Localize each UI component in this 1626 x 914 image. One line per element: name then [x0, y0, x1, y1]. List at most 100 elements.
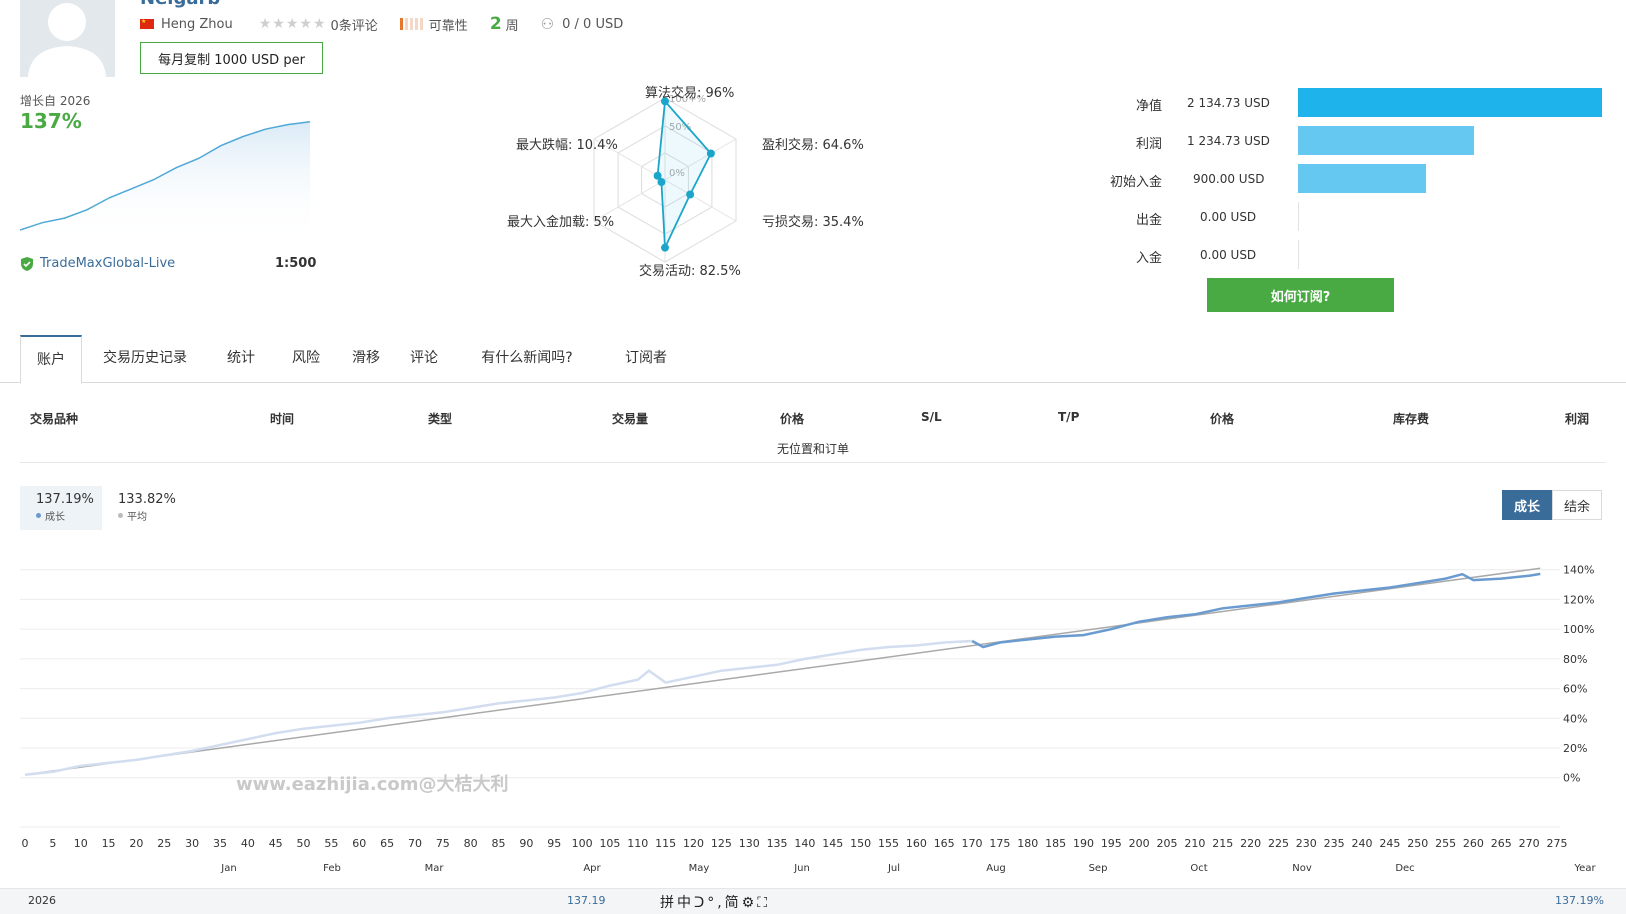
broker-link[interactable]: TradeMaxGlobal-Live	[40, 256, 175, 271]
x-tick-label: 230	[1296, 837, 1317, 850]
subscribers-icon: ⚇	[540, 15, 555, 33]
x-tick-label: 125	[711, 837, 732, 850]
legend-average-label: 平均	[118, 508, 147, 523]
table-header-8[interactable]: 库存费	[1393, 410, 1429, 427]
tab-5[interactable]: 评论	[398, 335, 450, 383]
x-tick-label: 25	[157, 837, 171, 850]
balance-label: 利润	[1135, 137, 1162, 152]
x-tick-label: 115	[655, 837, 676, 850]
ime-toolbar[interactable]: 拼中ᑐ°,简⚙⛶	[660, 892, 770, 912]
mini-growth-chart	[20, 121, 311, 240]
table-header-7[interactable]: 价格	[1210, 410, 1234, 427]
x-tick-label: 165	[934, 837, 955, 850]
weeks-count: 2	[489, 14, 502, 34]
balance-label: 初始入金	[1109, 175, 1162, 190]
balance-value: 0.00 USD	[1200, 248, 1257, 262]
x-tick-label: 185	[1045, 837, 1066, 850]
month-label: Dec	[1395, 863, 1414, 874]
x-tick-label: 95	[547, 837, 561, 850]
table-header-1[interactable]: 时间	[270, 410, 294, 427]
y-tick-label: 120%	[1563, 593, 1594, 606]
balance-bar-zero	[1298, 240, 1299, 269]
radar-label-algo: 算法交易: 96%	[645, 86, 735, 101]
radar-label-max-load: 最大入金加载: 5%	[507, 215, 615, 230]
table-divider	[20, 462, 1606, 463]
balance-label: 净值	[1135, 99, 1162, 114]
signal-title[interactable]: Neigarb	[140, 0, 220, 9]
tab-7[interactable]: 订阅者	[605, 335, 687, 383]
reliability-bars-icon	[399, 18, 423, 30]
x-tick-label: 225	[1268, 837, 1289, 850]
table-header-0[interactable]: 交易品种	[30, 410, 78, 427]
tab-0[interactable]: 账户	[20, 335, 82, 384]
table-header-4[interactable]: 价格	[780, 410, 804, 427]
balance-label: 入金	[1135, 251, 1162, 266]
legend-average-value[interactable]: 133.82%	[118, 492, 176, 507]
copy-subscribe-button[interactable]: 每月复制 1000 USD per	[140, 42, 323, 74]
growth-toggle-button[interactable]: 成长	[1502, 490, 1552, 520]
tab-1[interactable]: 交易历史记录	[86, 335, 204, 383]
balance-bar	[1298, 126, 1474, 155]
month-label: Apr	[583, 863, 601, 874]
x-tick-label: 245	[1379, 837, 1400, 850]
y-tick-label: 20%	[1563, 742, 1587, 755]
balance-value: 900.00 USD	[1193, 172, 1265, 186]
x-tick-label: 50	[297, 837, 311, 850]
radar-point	[653, 171, 662, 180]
x-tick-label: 215	[1212, 837, 1233, 850]
x-tick-label: 160	[906, 837, 927, 850]
footer-year: 2026	[28, 894, 56, 907]
balance-bar	[1298, 164, 1426, 193]
month-label: Oct	[1190, 863, 1207, 874]
month-label: Year	[1573, 863, 1596, 874]
watermark-text: www.eazhijia.com@大桔大利	[236, 774, 509, 795]
x-tick-label: 145	[822, 837, 843, 850]
tab-2[interactable]: 统计	[210, 335, 272, 383]
x-tick-label: 150	[850, 837, 871, 850]
tab-6[interactable]: 有什么新闻吗?	[462, 335, 592, 383]
balance-toggle-button[interactable]: 结余	[1552, 490, 1602, 520]
x-tick-label: 90	[519, 837, 533, 850]
x-tick-label: 175	[989, 837, 1010, 850]
month-label: Sep	[1089, 863, 1108, 874]
reviews-count[interactable]: 0条评论	[331, 15, 378, 34]
month-label: May	[689, 863, 710, 874]
radar-point	[686, 190, 695, 199]
x-tick-label: 170	[962, 837, 983, 850]
tab-3[interactable]: 风险	[280, 335, 332, 383]
radar-shape	[656, 99, 712, 248]
x-tick-label: 80	[464, 837, 478, 850]
x-tick-label: 15	[102, 837, 116, 850]
month-label: Aug	[986, 863, 1006, 874]
x-tick-label: 135	[767, 837, 788, 850]
x-tick-label: 40	[241, 837, 255, 850]
x-tick-label: 110	[627, 837, 648, 850]
how-to-subscribe-button[interactable]: 如何订阅?	[1207, 278, 1394, 312]
growth-line-early	[24, 639, 973, 776]
leverage-value: 1:500	[275, 256, 317, 271]
radar-point	[661, 243, 669, 252]
x-tick-label: 35	[213, 837, 227, 850]
balance-bar-zero	[1298, 202, 1299, 231]
author-name[interactable]: Heng Zhou	[161, 17, 233, 32]
table-header-6[interactable]: T/P	[1058, 410, 1079, 424]
x-tick-label: 85	[492, 837, 506, 850]
table-header-9[interactable]: 利润	[1565, 410, 1589, 427]
x-tick-label: 120	[683, 837, 704, 850]
x-tick-label: 105	[599, 837, 620, 850]
x-tick-label: 205	[1157, 837, 1178, 850]
x-tick-label: 190	[1073, 837, 1094, 850]
month-label: Mar	[425, 863, 445, 874]
table-header-5[interactable]: S/L	[921, 410, 942, 424]
y-tick-label: 40%	[1563, 712, 1587, 725]
month-label: Jul	[887, 863, 900, 874]
x-tick-label: 65	[380, 837, 394, 850]
y-tick-label: 80%	[1563, 653, 1587, 666]
tab-4[interactable]: 滑移	[340, 335, 392, 383]
y-tick-label: 0%	[1563, 772, 1580, 785]
table-header-2[interactable]: 类型	[428, 410, 452, 427]
table-header-3[interactable]: 交易量	[612, 410, 648, 427]
x-tick-label: 75	[436, 837, 450, 850]
radar-label-loss: 亏损交易: 35.4%	[762, 215, 864, 230]
y-tick-label: 100%	[1563, 623, 1594, 636]
